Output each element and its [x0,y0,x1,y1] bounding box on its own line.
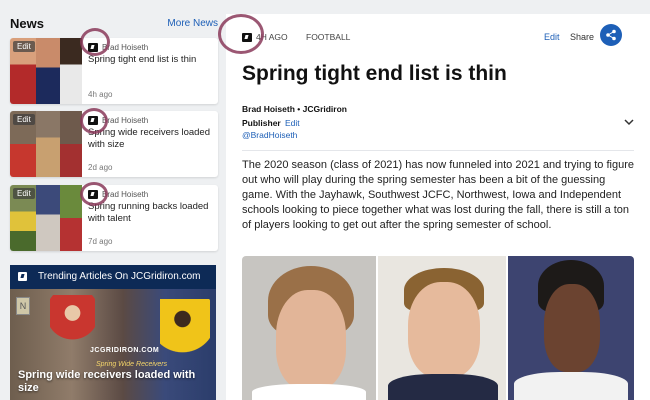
article-body: The 2020 season (class of 2021) has now … [242,159,634,231]
card-title[interactable]: Spring running backs loaded with talent [88,201,214,225]
role-edit-link[interactable]: Edit [285,118,300,128]
edit-tag[interactable]: Edit [13,41,35,52]
trending-label: Trending Articles On JCGridiron.com [38,271,201,282]
news-card[interactable]: Edit Brad Hoiseth Spring wide receivers … [10,111,218,177]
sidebar-title: News [10,16,44,31]
card-time: 7d ago [88,237,113,246]
news-card-thumbnail: Edit [10,185,82,251]
article-panel: 4H AGO FOOTBALL Edit Share Spring tight … [218,14,650,400]
news-card-thumbnail: Edit [10,38,82,104]
trending-articles[interactable]: Trending Articles On JCGridiron.com JCGR… [10,265,216,400]
player-photo [242,256,376,400]
edit-tag[interactable]: Edit [13,188,35,199]
news-card[interactable]: Edit Brad Hoiseth Spring running backs l… [10,185,218,251]
divider [242,150,634,151]
article-actions: Edit Share [514,24,634,46]
trending-headline[interactable]: Spring wide receivers loaded with size [18,369,208,395]
sidebar-header: News More News [10,16,220,32]
share-button[interactable]: Share [570,32,594,42]
annotation-circle [218,14,264,54]
news-card[interactable]: Edit Brad Hoiseth Spring tight end list … [10,38,218,104]
trending-image-subtitle: Spring Wide Receivers [96,361,168,368]
annotation-circle [80,28,110,56]
player-photo [378,256,506,400]
more-news-link[interactable]: More News [167,18,218,29]
edit-tag[interactable]: Edit [13,114,35,125]
article-category[interactable]: FOOTBALL [306,32,350,42]
card-author: Brad Hoiseth [102,190,149,199]
article-photos [242,256,634,400]
article-byline[interactable]: Brad Hoiseth • JCGridiron [242,104,347,114]
share-icon[interactable] [600,24,622,46]
card-author: Brad Hoiseth [102,116,149,125]
author-role: Publisher [242,118,281,128]
news-card-thumbnail: Edit [10,111,82,177]
news-sidebar: News More News Edit Brad Hoiseth Spring … [0,0,226,400]
chevron-down-icon[interactable] [624,118,636,128]
trending-bar: Trending Articles On JCGridiron.com [10,265,216,289]
card-time: 4h ago [88,90,113,99]
annotation-circle [80,108,108,134]
trending-badge: N [16,297,30,315]
article-headline: Spring tight end list is thin [242,62,507,85]
brand-icon [18,272,27,281]
annotation-circle [80,182,108,206]
card-title[interactable]: Spring tight end list is thin [88,54,214,66]
author-handle[interactable]: @BradHoiseth [242,130,297,140]
player-photo [508,256,634,400]
edit-button[interactable]: Edit [544,32,560,42]
card-title[interactable]: Spring wide receivers loaded with size [88,127,214,151]
card-time: 2d ago [88,163,113,172]
trending-image-logo: JCGRIDIRON.COM [90,347,160,354]
